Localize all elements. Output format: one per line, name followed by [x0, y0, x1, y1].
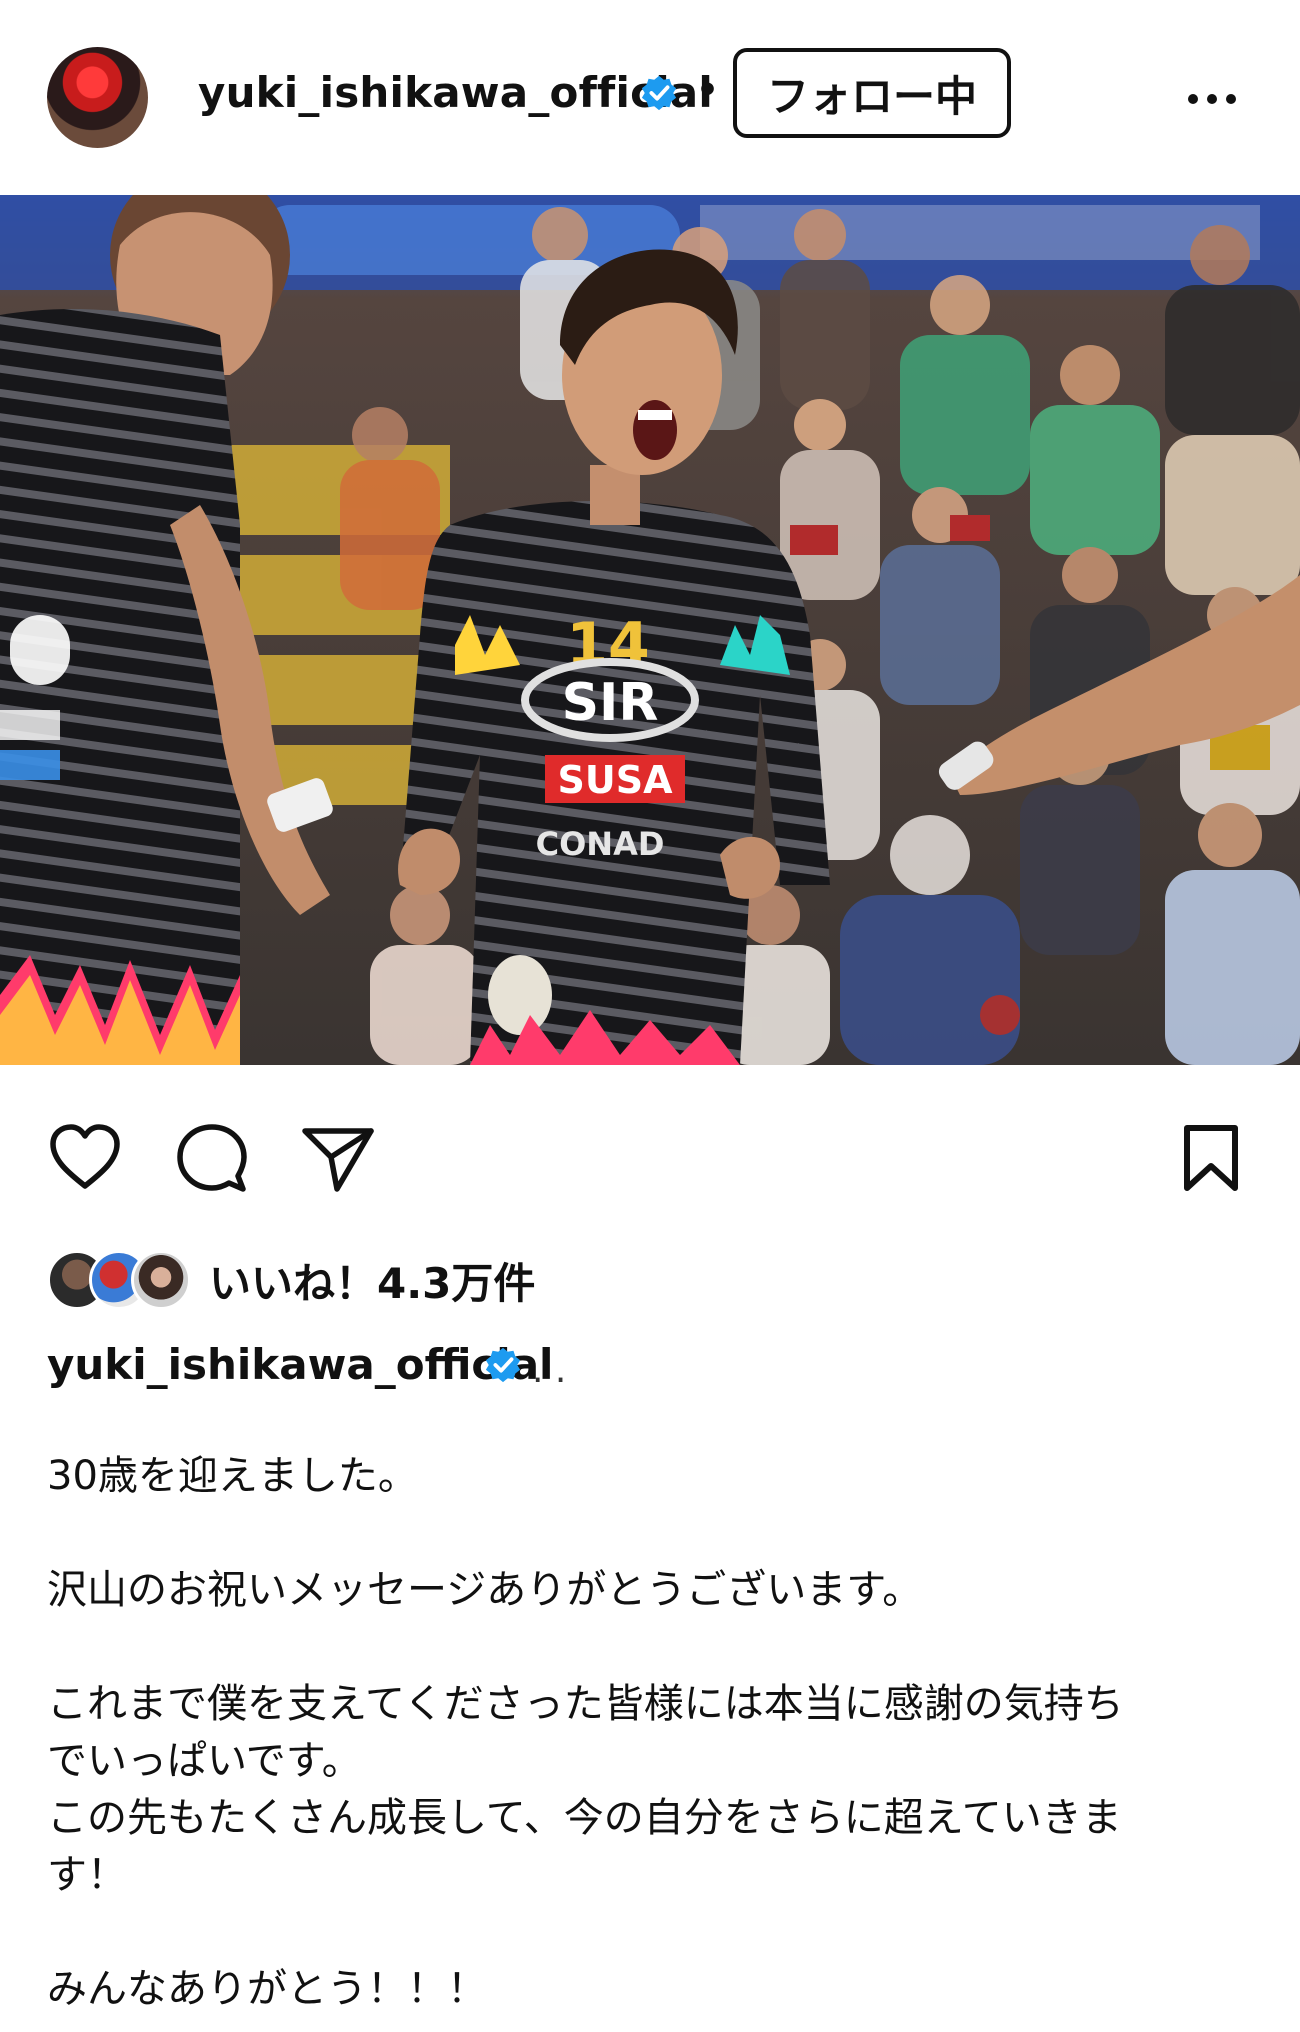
- separator-dot: •: [696, 70, 720, 111]
- sponsor-third: CONAD: [536, 825, 665, 863]
- caption-line: これまで僕を支えてくださった皆様には本当に感謝の気持ち: [47, 1681, 1124, 1727]
- verified-badge-icon: [641, 75, 677, 111]
- comment-icon[interactable]: [176, 1122, 248, 1194]
- caption-line: 沢山のお祝いメッセージありがとうございます。: [47, 1567, 923, 1613]
- post-photo[interactable]: 14 SIR SUSA CONAD: [0, 195, 1300, 1065]
- caption-line: この先もたくさん成長して、今の自分をさらに超えていきま: [47, 1795, 1122, 1841]
- likes-count[interactable]: いいね！4.3万件: [209, 1250, 535, 1311]
- caption-username[interactable]: yuki_ishikawa_official: [47, 1340, 553, 1389]
- jersey-number: 14: [566, 610, 650, 680]
- caption-line: 30歳を迎えました。: [47, 1453, 418, 1499]
- send-icon[interactable]: [301, 1125, 375, 1193]
- more-options-icon[interactable]: [1186, 92, 1238, 106]
- caption-more[interactable]: . .: [532, 1350, 566, 1391]
- likes-summary[interactable]: いいね！4.3万件: [47, 1248, 535, 1312]
- post-header: yuki_ishikawa_official • フォロー中: [0, 0, 1300, 195]
- sponsor-second: SUSA: [557, 758, 673, 802]
- sponsor-main: SIR: [562, 673, 659, 733]
- caption-text: 30歳を迎えました。 沢山のお祝いメッセージありがとうございます。 これまで僕を…: [47, 1448, 1257, 2018]
- bookmark-icon[interactable]: [1181, 1124, 1241, 1194]
- verified-badge-icon: [485, 1347, 521, 1383]
- caption-line: みんなありがとう！！！: [47, 1966, 487, 2012]
- caption-line: でいっぱいです。: [47, 1738, 362, 1784]
- liker-avatar: [131, 1250, 191, 1310]
- profile-avatar[interactable]: [47, 47, 148, 148]
- header-username[interactable]: yuki_ishikawa_official: [198, 68, 713, 117]
- volleyball-player-image: 14 SIR SUSA CONAD: [0, 195, 1300, 1065]
- caption-line: す！: [47, 1852, 127, 1898]
- following-button[interactable]: フォロー中: [733, 48, 1011, 138]
- heart-icon[interactable]: [47, 1122, 123, 1192]
